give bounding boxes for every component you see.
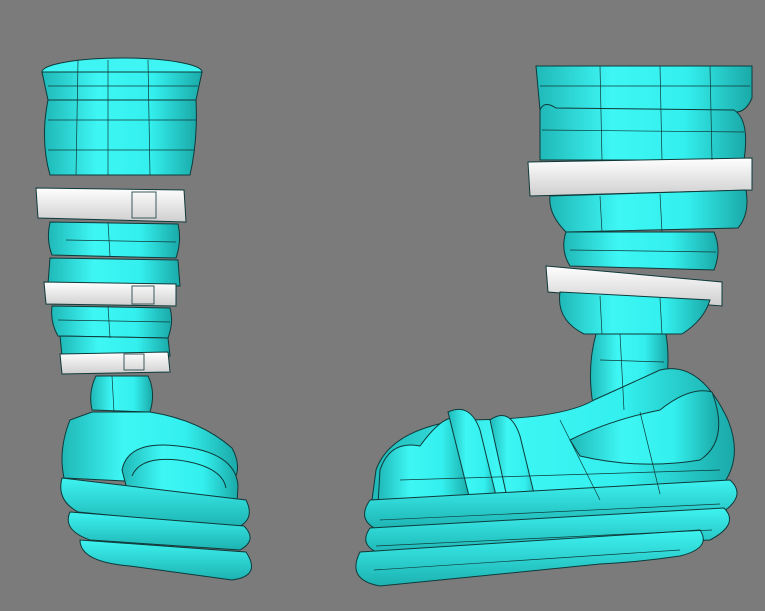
viewport-canvas[interactable] [0,0,765,611]
3d-viewport[interactable] [0,0,765,611]
boot-side-icon[interactable] [355,65,753,587]
boot-front-icon[interactable] [35,57,253,581]
